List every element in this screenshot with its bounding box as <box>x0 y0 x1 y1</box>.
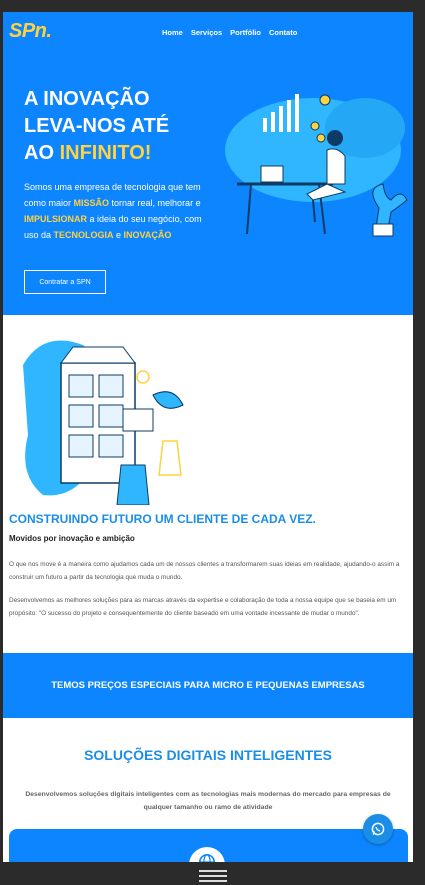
lead-text: tornar real, melhorar e <box>109 198 201 208</box>
shop-illustration <box>23 340 184 505</box>
contratar-button[interactable]: Contratar a SPN <box>24 270 106 294</box>
special-prices-banner: TEMOS PREÇOS ESPECIAIS PARA MICRO E PEQU… <box>3 653 413 718</box>
lead-inovacao: INOVAÇÃO <box>123 230 172 240</box>
about-title: CONSTRUINDO FUTURO UM CLIENTE DE CADA VE… <box>9 512 316 526</box>
hero-lead: Somos uma empresa de tecnologia que tem … <box>24 179 209 243</box>
headline-line-3: AO <box>24 142 60 164</box>
nav-servicos[interactable]: Serviços <box>191 28 222 37</box>
about-paragraph-1: O que nos move é a maneira como ajudamos… <box>9 561 400 581</box>
lead-tecnologia: TECNOLOGIA <box>53 230 114 240</box>
about-subtitle: Movidos por inovação e ambição <box>9 534 135 543</box>
headline-highlight: INFINITO! <box>59 142 152 164</box>
solutions-description: Desenvolvemos soluções digitais intelige… <box>25 791 391 811</box>
hero-headline: A INOVAÇÃO LEVA-NOS ATÉ AO INFINITO! <box>24 86 224 167</box>
nav-home[interactable]: Home <box>162 28 183 37</box>
banner-text: TEMOS PREÇOS ESPECIAIS PARA MICRO E PEQU… <box>51 680 365 691</box>
page-frame: SPn. Home Serviços Portfólio Contato A I… <box>3 12 413 884</box>
whatsapp-chat-button[interactable] <box>363 814 393 844</box>
headline-line-1: A INOVAÇÃO <box>24 88 150 110</box>
hamburger-menu-icon[interactable] <box>199 870 227 885</box>
hero-section: SPn. Home Serviços Portfólio Contato A I… <box>3 12 413 315</box>
solutions-title: SOLUÇÕES DIGITAIS INTELIGENTES <box>84 747 332 763</box>
whatsapp-icon <box>371 822 385 836</box>
lead-missao: MISSÃO <box>73 198 110 208</box>
hero-illustration <box>225 94 408 237</box>
nav-portfolio[interactable]: Portfólio <box>230 28 261 37</box>
nav-contato[interactable]: Contato <box>269 28 297 37</box>
main-nav: Home Serviços Portfólio Contato <box>162 28 297 37</box>
lead-text: e <box>113 230 124 240</box>
lead-impulsionar: IMPULSIONAR <box>24 214 87 224</box>
brand-logo[interactable]: SPn. <box>9 20 52 43</box>
about-paragraph-2: Desenvolvemos as melhores soluções para … <box>9 597 397 617</box>
headline-line-2: LEVA-NOS ATÉ <box>24 115 170 137</box>
